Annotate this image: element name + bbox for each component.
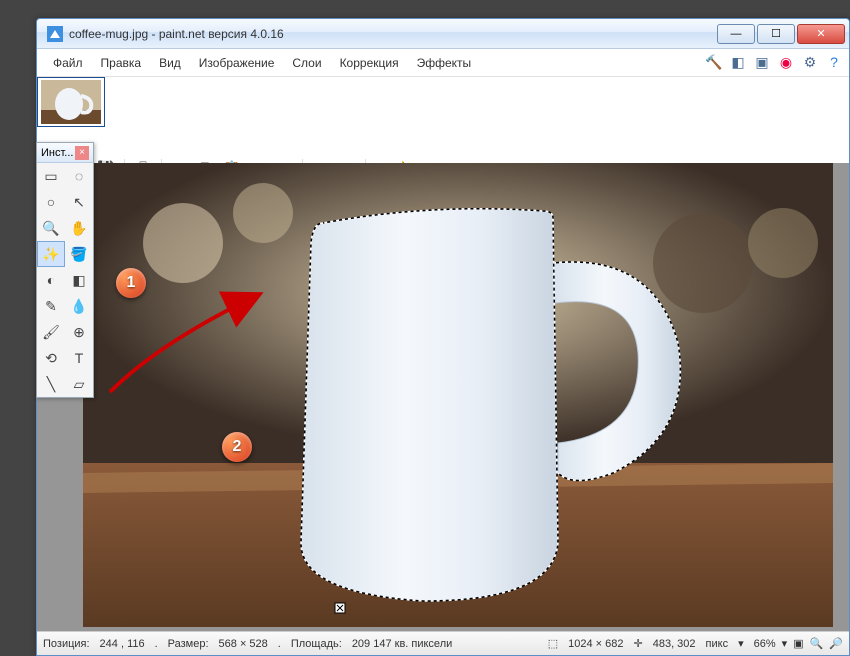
menu-file[interactable]: Файл	[45, 52, 91, 74]
menu-layers[interactable]: Слои	[284, 52, 329, 74]
layers-icon[interactable]: ▣	[753, 53, 771, 71]
status-size-label: Размер:	[168, 638, 209, 650]
menu-edit[interactable]: Правка	[93, 52, 150, 74]
zoom-out-icon[interactable]: 🔍	[810, 637, 824, 650]
paint-bucket-tool[interactable]: 🪣	[65, 241, 93, 267]
colors-icon[interactable]: ◉	[777, 53, 795, 71]
status-imgsize: 1024 × 682	[568, 638, 623, 650]
tools-panel: Инст... × ▭ ◌ ○ ↖ 🔍 ✋ ✨ 🪣 ◐ ◧ ✎ 💧 🖌 ⊕ ⟲ …	[36, 142, 94, 398]
menu-image[interactable]: Изображение	[191, 52, 283, 74]
rectangle-select-tool[interactable]: ▭	[37, 163, 65, 189]
chevron-down-icon[interactable]: ▾	[782, 637, 788, 650]
annotation-arrow	[100, 282, 280, 402]
shapes-tool[interactable]: ▱	[65, 371, 93, 397]
gradient-tool[interactable]: ◐	[37, 267, 65, 293]
pencil-tool[interactable]: ✎	[37, 293, 65, 319]
settings-icon[interactable]: ⚙	[801, 53, 819, 71]
marker-2-label: 2	[233, 438, 242, 456]
zoom-fit-icon[interactable]: ▣	[793, 637, 803, 650]
status-pos-value: 244 , 116	[100, 638, 145, 650]
color-picker-tool[interactable]: 💧	[65, 293, 93, 319]
brush-tool[interactable]: 🖌	[37, 319, 65, 345]
minimize-button[interactable]: —	[717, 24, 755, 44]
titlebar: coffee-mug.jpg - paint.net версия 4.0.16…	[37, 19, 849, 49]
annotation-marker-1: 1	[116, 268, 146, 298]
zoom-in-icon[interactable]: 🔎	[829, 637, 843, 650]
history-icon[interactable]: ◧	[729, 53, 747, 71]
pan-tool[interactable]: ✋	[65, 215, 93, 241]
status-pos-label: Позиция:	[43, 638, 90, 650]
window-controls: — ☐ ✕	[717, 24, 845, 44]
status-area-value: 209 147 кв. пиксели	[352, 638, 452, 650]
zoom-tool[interactable]: 🔍	[37, 215, 65, 241]
tool-window-icon[interactable]: 🔨	[705, 53, 723, 71]
tools-grid: ▭ ◌ ○ ↖ 🔍 ✋ ✨ 🪣 ◐ ◧ ✎ 💧 🖌 ⊕ ⟲ T ╲ ▱	[37, 163, 93, 397]
status-size-value: 568 × 528	[219, 638, 268, 650]
image-size-icon: ⬚	[548, 637, 558, 650]
status-cursor: 483, 302	[653, 638, 696, 650]
zoom-controls: 66% ▾ ▣ 🔍 🔎	[754, 637, 843, 650]
line-tool[interactable]: ╲	[37, 371, 65, 397]
maximize-button[interactable]: ☐	[757, 24, 795, 44]
recolor-tool[interactable]: ⟲	[37, 345, 65, 371]
lasso-select-tool[interactable]: ◌	[65, 163, 93, 189]
annotation-marker-2: 2	[222, 432, 252, 462]
magic-wand-tool[interactable]: ✨	[37, 241, 65, 267]
move-tool[interactable]: ↖	[65, 189, 93, 215]
ellipse-select-tool[interactable]: ○	[37, 189, 65, 215]
status-area-label: Площадь:	[291, 638, 342, 650]
help-icon[interactable]: ?	[825, 53, 843, 71]
statusbar: Позиция: 244 , 116. Размер: 568 × 528. П…	[37, 631, 849, 655]
window-title: coffee-mug.jpg - paint.net версия 4.0.16	[69, 27, 717, 41]
marker-1-label: 1	[127, 274, 136, 292]
app-icon	[47, 26, 63, 42]
menu-view[interactable]: Вид	[151, 52, 189, 74]
utility-icons: 🔨 ◧ ▣ ◉ ⚙ ?	[705, 53, 843, 71]
menu-adjust[interactable]: Коррекция	[332, 52, 407, 74]
close-button[interactable]: ✕	[797, 24, 845, 44]
text-tool[interactable]: T	[65, 345, 93, 371]
cursor-icon: ✛	[634, 637, 643, 650]
zoom-value[interactable]: 66%	[754, 638, 776, 650]
eraser-tool[interactable]: ◧	[65, 267, 93, 293]
image-thumbnail-strip	[37, 77, 849, 127]
clone-stamp-tool[interactable]: ⊕	[65, 319, 93, 345]
tools-panel-title-text: Инст...	[41, 147, 73, 159]
menu-effects[interactable]: Эффекты	[409, 52, 480, 74]
tools-panel-title: Инст... ×	[37, 143, 93, 163]
status-unit[interactable]: пикс	[706, 638, 729, 650]
tools-panel-close-icon[interactable]: ×	[75, 146, 89, 160]
image-thumbnail[interactable]	[37, 77, 105, 127]
chevron-down-icon[interactable]: ▾	[738, 637, 744, 650]
